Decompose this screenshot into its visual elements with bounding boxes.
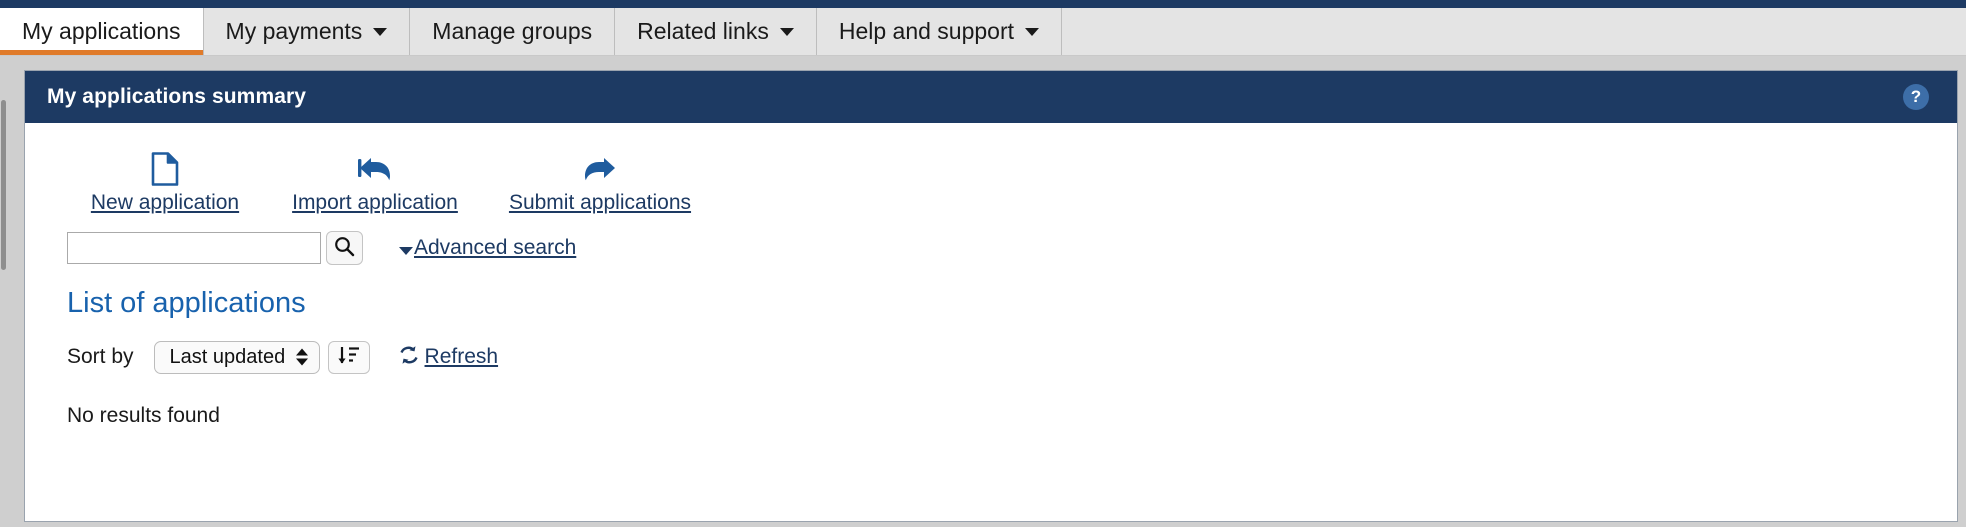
chevron-down-icon bbox=[779, 27, 794, 36]
nav-item-label: Related links bbox=[637, 18, 769, 44]
submit-applications-link[interactable]: Submit applications bbox=[485, 152, 715, 215]
select-stepper-icon bbox=[295, 348, 308, 366]
page-title: My applications summary bbox=[47, 85, 307, 108]
import-application-label: Import application bbox=[292, 191, 458, 214]
import-application-link[interactable]: Import application bbox=[265, 152, 485, 215]
forward-arrow-icon bbox=[582, 152, 618, 186]
nav-item-label: Manage groups bbox=[432, 18, 593, 44]
nav-item-manage-groups[interactable]: Manage groups bbox=[410, 8, 616, 55]
new-application-label: New application bbox=[90, 191, 240, 214]
search-icon bbox=[334, 236, 355, 260]
empty-results-message: No results found bbox=[67, 404, 220, 427]
vertical-scrollbar[interactable] bbox=[0, 70, 8, 527]
nav-item-my-payments[interactable]: My payments bbox=[203, 8, 411, 55]
sort-descending-icon bbox=[337, 345, 361, 370]
list-section-title: List of applications bbox=[67, 287, 306, 319]
refresh-label: Refresh bbox=[424, 345, 499, 368]
main-navigation: My applications My payments Manage group… bbox=[0, 8, 1966, 56]
sort-direction-button[interactable] bbox=[327, 340, 370, 374]
panel-body: New application Import application Submi… bbox=[25, 123, 1957, 428]
search-row: Advanced search bbox=[25, 231, 1957, 265]
reply-arrow-icon bbox=[357, 152, 393, 186]
chevron-down-icon bbox=[373, 27, 388, 36]
refresh-link[interactable]: Refresh bbox=[398, 345, 499, 370]
nav-item-label: My payments bbox=[225, 18, 363, 44]
nav-item-my-applications[interactable]: My applications bbox=[0, 8, 204, 55]
submit-applications-label: Submit applications bbox=[508, 191, 692, 214]
nav-item-related-links[interactable]: Related links bbox=[615, 8, 817, 55]
nav-item-label: My applications bbox=[22, 18, 181, 44]
refresh-icon bbox=[398, 345, 420, 370]
page-background: My applications summary ? New applicatio… bbox=[0, 56, 1966, 527]
chevron-down-icon bbox=[399, 246, 413, 255]
document-page-icon bbox=[150, 152, 180, 186]
nav-item-label: Help and support bbox=[838, 18, 1015, 44]
top-accent-bar bbox=[0, 0, 1966, 8]
nav-item-help-and-support[interactable]: Help and support bbox=[816, 8, 1063, 55]
new-application-link[interactable]: New application bbox=[65, 152, 265, 215]
advanced-search-label: Advanced search bbox=[414, 236, 577, 259]
applications-summary-panel: My applications summary ? New applicatio… bbox=[24, 70, 1958, 522]
help-icon[interactable]: ? bbox=[1903, 84, 1929, 110]
quick-actions: New application Import application Submi… bbox=[25, 143, 1957, 215]
search-button[interactable] bbox=[326, 231, 363, 265]
chevron-down-icon bbox=[1025, 27, 1040, 36]
sort-by-selected-value: Last updated bbox=[169, 345, 286, 368]
panel-header: My applications summary ? bbox=[25, 71, 1957, 123]
search-input[interactable] bbox=[67, 232, 321, 264]
advanced-search-toggle[interactable]: Advanced search bbox=[399, 236, 576, 260]
sort-by-label: Sort by bbox=[67, 345, 134, 368]
sort-by-select[interactable]: Last updated bbox=[153, 340, 320, 374]
sort-controls: Sort by Last updated Refresh bbox=[25, 340, 1957, 374]
